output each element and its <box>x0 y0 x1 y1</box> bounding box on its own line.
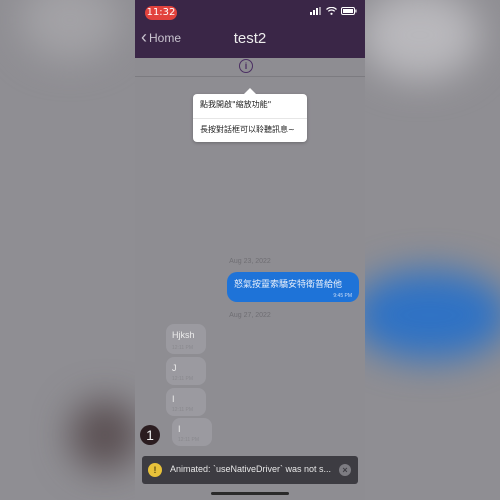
background-blur-blue <box>350 270 500 360</box>
message-time: 12:11 PM <box>172 345 194 351</box>
message-time: 12:11 PM <box>172 407 194 413</box>
popover-item-zoom[interactable]: 點我開啟"縮放功能" <box>193 94 307 118</box>
message-time: 9:45 PM <box>333 293 352 299</box>
status-icons <box>310 7 357 15</box>
popover-item-listen[interactable]: 長按對話框可以聆聽訊息~ <box>193 118 307 143</box>
info-bar: i <box>135 58 365 77</box>
background-blur-top-right <box>360 0 480 80</box>
message-text: Hjksh <box>172 330 195 340</box>
notification-badge[interactable]: 1 <box>140 425 160 445</box>
incoming-message[interactable]: I 12:11 PM <box>172 418 212 446</box>
message-text: I <box>172 394 175 404</box>
incoming-message[interactable]: Hjksh 12:11 PM <box>166 324 206 354</box>
signal-icon <box>310 7 322 15</box>
warning-icon: ! <box>148 463 162 477</box>
incoming-message[interactable]: J 12:11 PM <box>166 357 206 385</box>
phone-screen: 11:32 ‹ Home test2 i 點我開啟"縮放功能" 長按對話框可以聆… <box>135 0 365 500</box>
status-time: 11:32 <box>145 6 177 20</box>
incoming-message[interactable]: I 12:11 PM <box>166 388 206 416</box>
date-separator: Aug 27, 2022 <box>229 312 271 319</box>
page-title: test2 <box>233 30 267 47</box>
background-blur-bottom-left <box>70 400 140 470</box>
date-separator: Aug 23, 2022 <box>229 258 271 265</box>
message-time: 12:11 PM <box>172 376 194 382</box>
warning-toast[interactable]: ! Animated: `useNativeDriver` was not s.… <box>142 456 358 484</box>
message-text: 怒氣按靈索驕安特衛普給他 <box>234 280 343 290</box>
info-icon[interactable]: i <box>239 59 253 73</box>
wifi-icon <box>326 7 337 15</box>
background-blur-top-left <box>20 0 120 60</box>
status-bar: 11:32 <box>135 0 365 22</box>
toast-message: Animated: `useNativeDriver` was not s... <box>170 464 332 474</box>
options-popover: 點我開啟"縮放功能" 長按對話框可以聆聽訊息~ <box>193 88 307 143</box>
outgoing-message[interactable]: 怒氣按靈索驕安特衛普給他 9:45 PM <box>227 272 359 302</box>
battery-icon <box>341 7 357 15</box>
message-time: 12:11 PM <box>178 437 200 443</box>
home-indicator[interactable] <box>211 492 289 495</box>
message-text: J <box>172 363 177 373</box>
navigation-bar: ‹ Home test2 <box>135 22 365 58</box>
close-icon[interactable]: × <box>339 464 351 476</box>
message-text: I <box>178 424 181 434</box>
